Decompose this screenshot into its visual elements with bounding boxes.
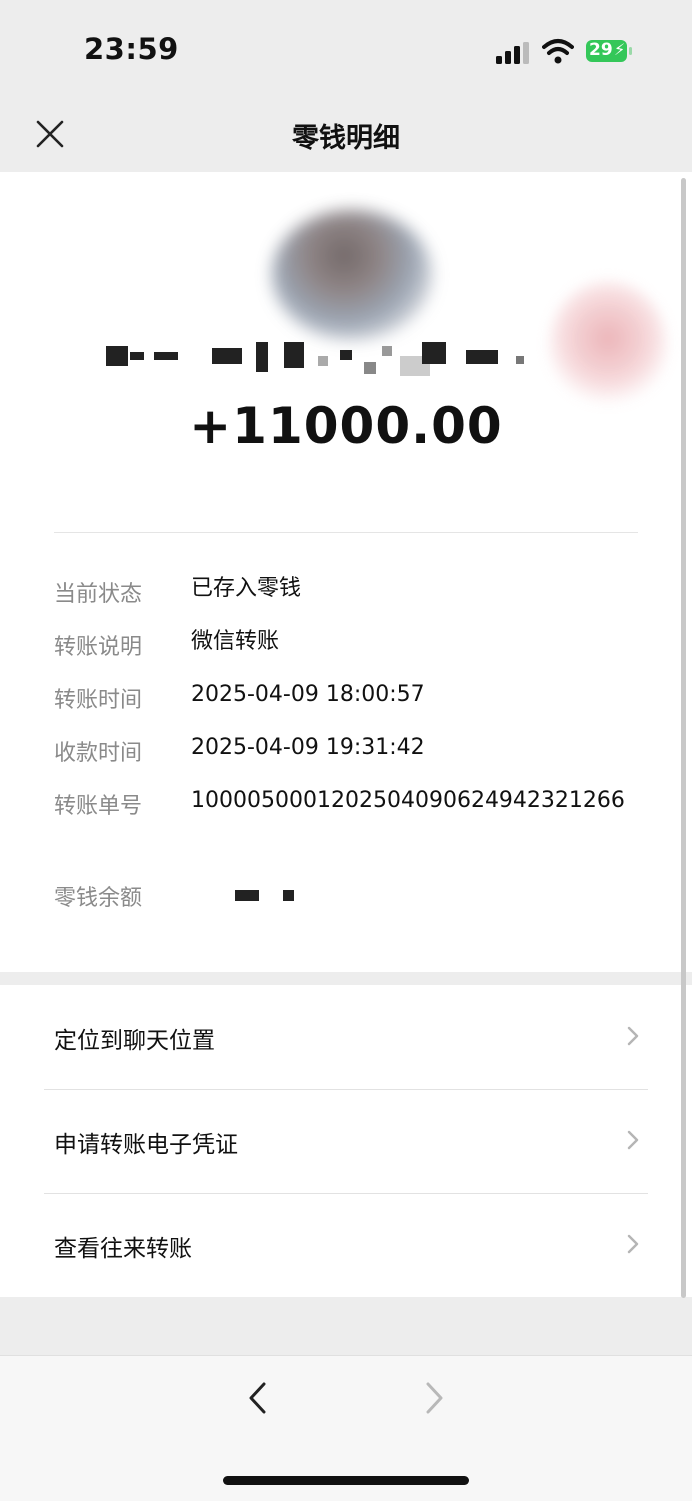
action-menu: 定位到聊天位置 申请转账电子凭证 查看往来转账	[0, 985, 692, 1297]
page-title: 零钱明细	[292, 123, 400, 154]
chevron-right-icon	[627, 1026, 639, 1046]
bottom-toolbar	[0, 1355, 692, 1501]
status-time: 23:59	[84, 32, 179, 66]
wifi-icon	[542, 39, 574, 64]
home-indicator[interactable]	[223, 1476, 469, 1485]
bolt-icon: ⚡	[614, 40, 626, 59]
divider	[54, 532, 638, 533]
row-label: 转账说明	[54, 635, 143, 660]
row-label: 转账时间	[54, 688, 143, 713]
chevron-right-icon[interactable]	[420, 1380, 448, 1416]
menu-item-label: 定位到聊天位置	[54, 1028, 215, 1054]
row-value: 微信转账	[191, 629, 280, 654]
row-value: 1000050001202504090624942321266	[191, 788, 625, 813]
blurred-avatar	[272, 210, 432, 340]
row-label: 转账单号	[54, 794, 143, 819]
redaction-smudge	[548, 280, 668, 410]
battery-level: 29	[589, 40, 613, 60]
row-value: 2025-04-09 19:31:42	[191, 735, 425, 760]
transfer-amount: +11000.00	[189, 397, 503, 455]
row-label: 零钱余额	[54, 886, 143, 911]
row-value: 已存入零钱	[191, 576, 302, 601]
redacted-payer-name	[100, 342, 530, 376]
menu-item-request-receipt[interactable]: 申请转账电子凭证	[0, 1089, 692, 1193]
scrollbar[interactable]	[681, 178, 686, 1298]
chevron-right-icon	[627, 1130, 639, 1150]
row-value: 2025-04-09 18:00:57	[191, 682, 425, 707]
chevron-right-icon	[627, 1234, 639, 1254]
chevron-left-icon[interactable]	[244, 1380, 272, 1416]
menu-item-label: 申请转账电子凭证	[54, 1132, 238, 1158]
menu-item-locate-chat[interactable]: 定位到聊天位置	[0, 985, 692, 1089]
transfer-detail-card: +11000.00 当前状态 已存入零钱 转账说明 微信转账 转账时间 2025…	[0, 172, 692, 972]
row-label: 当前状态	[54, 582, 143, 607]
menu-item-transfer-history[interactable]: 查看往来转账	[0, 1193, 692, 1297]
row-label: 收款时间	[54, 741, 143, 766]
battery-charging-icon: 29 ⚡	[585, 39, 633, 63]
cellular-signal-icon	[496, 42, 529, 64]
menu-item-label: 查看往来转账	[54, 1236, 192, 1262]
status-bar: 23:59 29 ⚡	[0, 0, 692, 100]
nav-bar: 零钱明细	[0, 100, 692, 172]
